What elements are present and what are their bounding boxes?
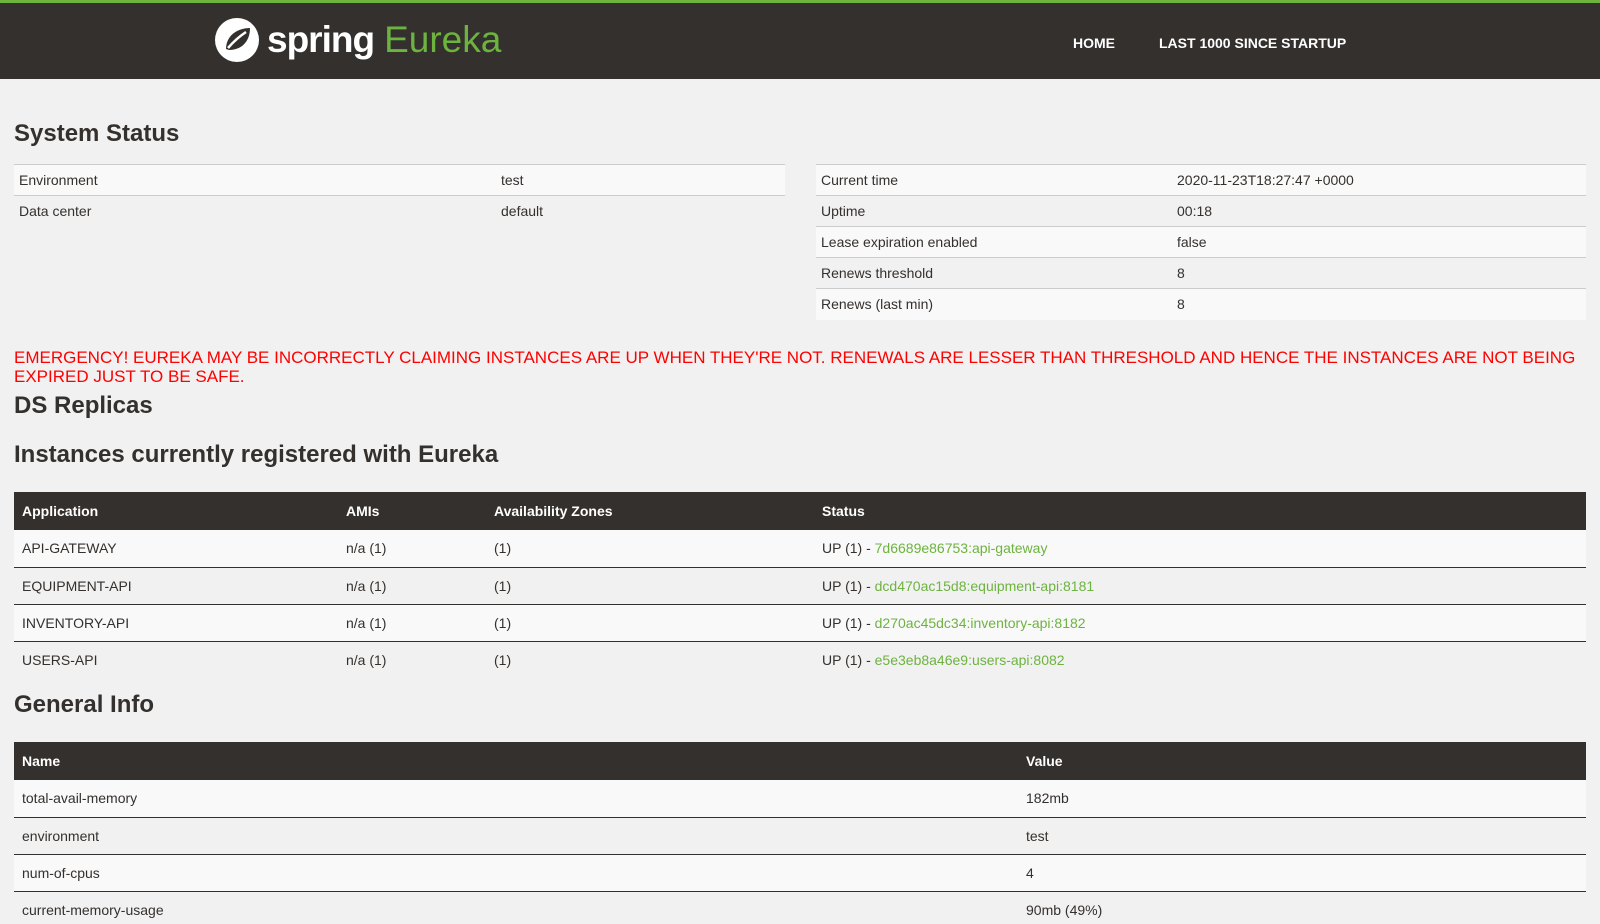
table-row: total-avail-memory 182mb: [14, 780, 1586, 818]
status-label: Lease expiration enabled: [816, 226, 1172, 258]
status-value: 00:18: [1172, 195, 1586, 227]
status-text: UP (1) -: [822, 577, 875, 594]
amis-cell: n/a (1): [338, 567, 486, 605]
instances-table: Application AMIs Availability Zones Stat…: [14, 492, 1586, 678]
instance-link[interactable]: dcd470ac15d8:equipment-api:8181: [875, 578, 1095, 594]
status-value: 8: [1172, 288, 1586, 320]
status-label: Uptime: [816, 195, 1172, 227]
general-info-table: Name Value total-avail-memory 182mb envi…: [14, 742, 1586, 924]
nav-last-1000-link[interactable]: LAST 1000 SINCE STARTUP: [1159, 35, 1346, 51]
logo-eureka-text: Eureka: [384, 19, 502, 60]
table-row: environment test: [14, 817, 1586, 855]
table-header-row: Name Value: [14, 742, 1586, 780]
table-header-row: Application AMIs Availability Zones Stat…: [14, 492, 1586, 530]
spring-leaf-icon: [215, 18, 259, 62]
status-text: UP (1) -: [822, 540, 875, 557]
system-status-table-left: Environment test Data center default: [14, 164, 785, 227]
status-row: Renews threshold 8: [816, 257, 1586, 289]
zones-cell: (1): [486, 641, 814, 678]
column-header: Availability Zones: [486, 492, 814, 530]
table-row: num-of-cpus 4: [14, 854, 1586, 892]
instances-heading: Instances currently registered with Eure…: [14, 441, 499, 468]
info-name-cell: num-of-cpus: [14, 854, 1018, 892]
table-row: INVENTORY-API n/a (1) (1) UP (1) - d270a…: [14, 604, 1586, 642]
instance-link[interactable]: 7d6689e86753:api-gateway: [875, 540, 1048, 556]
logo[interactable]: spring Eureka: [213, 15, 501, 65]
table-row: current-memory-usage 90mb (49%): [14, 891, 1586, 924]
system-status-heading: System Status: [14, 120, 180, 147]
status-cell: UP (1) - e5e3eb8a46e9:users-api:8082: [814, 641, 1586, 678]
info-name-cell: environment: [14, 817, 1018, 855]
column-header: Name: [14, 742, 1018, 780]
application-cell: USERS-API: [14, 641, 338, 678]
info-name-cell: current-memory-usage: [14, 891, 1018, 924]
emergency-warning: EMERGENCY! EUREKA MAY BE INCORRECTLY CLA…: [14, 348, 1576, 386]
status-cell: UP (1) - 7d6689e86753:api-gateway: [814, 530, 1586, 568]
logo-spring-text: spring: [267, 19, 375, 60]
ds-replicas-heading: DS Replicas: [14, 392, 153, 419]
application-cell: API-GATEWAY: [14, 530, 338, 568]
status-row: Data center default: [14, 195, 785, 227]
status-value: default: [496, 195, 785, 227]
status-row: Environment test: [14, 164, 785, 196]
info-value-cell: 90mb (49%): [1018, 891, 1586, 924]
status-value: 8: [1172, 257, 1586, 289]
info-value-cell: 4: [1018, 854, 1586, 892]
status-label: Environment: [14, 164, 496, 196]
column-header: Value: [1018, 742, 1586, 780]
column-header: AMIs: [338, 492, 486, 530]
status-text: UP (1) -: [822, 651, 875, 668]
status-label: Renews (last min): [816, 288, 1172, 320]
column-header: Status: [814, 492, 1586, 530]
info-name-cell: total-avail-memory: [14, 780, 1018, 818]
status-label: Renews threshold: [816, 257, 1172, 289]
general-info-heading: General Info: [14, 691, 155, 718]
application-cell: EQUIPMENT-API: [14, 567, 338, 605]
instance-link[interactable]: e5e3eb8a46e9:users-api:8082: [875, 652, 1065, 668]
zones-cell: (1): [486, 530, 814, 568]
amis-cell: n/a (1): [338, 604, 486, 642]
navbar: spring Eureka HOME LAST 1000 SINCE START…: [0, 0, 1600, 79]
table-row: EQUIPMENT-API n/a (1) (1) UP (1) - dcd47…: [14, 567, 1586, 605]
table-row: API-GATEWAY n/a (1) (1) UP (1) - 7d6689e…: [14, 530, 1586, 568]
status-label: Data center: [14, 195, 496, 227]
status-value: test: [496, 164, 785, 196]
system-status-table-right: Current time 2020-11-23T18:27:47 +0000 U…: [816, 164, 1586, 320]
status-row: Current time 2020-11-23T18:27:47 +0000: [816, 164, 1586, 196]
status-value: false: [1172, 226, 1586, 258]
nav-home-link[interactable]: HOME: [1073, 35, 1115, 51]
amis-cell: n/a (1): [338, 641, 486, 678]
info-value-cell: test: [1018, 817, 1586, 855]
status-row: Uptime 00:18: [816, 195, 1586, 227]
status-row: Renews (last min) 8: [816, 288, 1586, 320]
status-cell: UP (1) - d270ac45dc34:inventory-api:8182: [814, 604, 1586, 642]
zones-cell: (1): [486, 567, 814, 605]
status-cell: UP (1) - dcd470ac15d8:equipment-api:8181: [814, 567, 1586, 605]
status-text: UP (1) -: [822, 614, 875, 631]
status-value: 2020-11-23T18:27:47 +0000: [1172, 164, 1586, 196]
application-cell: INVENTORY-API: [14, 604, 338, 642]
column-header: Application: [14, 492, 338, 530]
table-row: USERS-API n/a (1) (1) UP (1) - e5e3eb8a4…: [14, 641, 1586, 678]
amis-cell: n/a (1): [338, 530, 486, 568]
status-label: Current time: [816, 164, 1172, 196]
zones-cell: (1): [486, 604, 814, 642]
instance-link[interactable]: d270ac45dc34:inventory-api:8182: [875, 615, 1086, 631]
info-value-cell: 182mb: [1018, 780, 1586, 818]
status-row: Lease expiration enabled false: [816, 226, 1586, 258]
